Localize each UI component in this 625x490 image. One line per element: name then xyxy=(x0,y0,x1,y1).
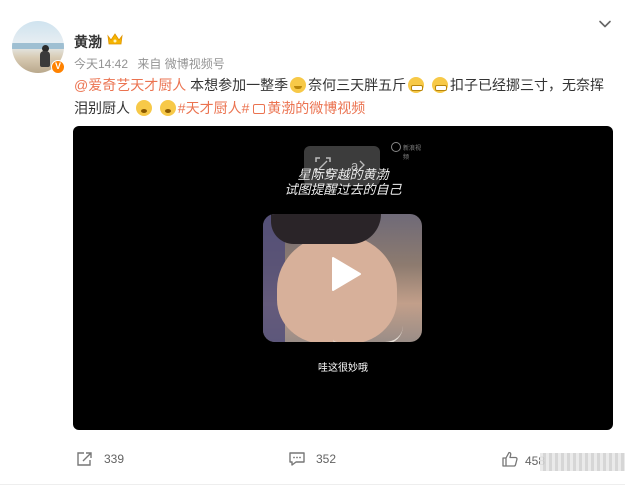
comment-icon xyxy=(289,452,305,466)
comment-count: 352 xyxy=(316,452,337,466)
video-link-label: 黄渤的微博视频 xyxy=(267,100,366,116)
post-meta: 今天14:42 来自 微博视频号 xyxy=(74,55,225,72)
post-text: @爱奇艺天才厨人 本想参加一整季 奈何三天胖五斤 扣子已经挪三寸，无奈挥泪别厨人 … xyxy=(74,74,614,120)
subtitle-line-1: 星际穿越的黄渤 xyxy=(297,168,389,183)
sad-emoji-icon xyxy=(135,100,152,116)
play-icon[interactable] xyxy=(329,256,363,292)
repost-count: 339 xyxy=(104,452,125,466)
video-player[interactable]: 新浪视频 a 星际穿越的黄渤 试图提醒过去的自己 哇这很妙哦 xyxy=(73,126,613,430)
post-text-part-2: 奈何三天胖五斤 xyxy=(308,77,407,93)
repost-icon xyxy=(77,452,92,466)
username[interactable]: 黄渤 xyxy=(74,32,102,52)
grimace-emoji-icon xyxy=(408,77,425,93)
grimace-emoji-icon xyxy=(432,77,448,93)
watermark-text: 新浪视频 xyxy=(403,146,422,161)
crown-icon[interactable] xyxy=(107,32,123,46)
post-time[interactable]: 今天14:42 xyxy=(74,57,128,71)
like-icon xyxy=(502,451,518,467)
watermark-logo-icon xyxy=(391,142,401,152)
video-link-icon xyxy=(253,104,266,114)
chevron-down-icon[interactable] xyxy=(598,17,612,31)
watermark: 新浪视频 xyxy=(391,142,425,161)
divider xyxy=(0,484,625,485)
action-bar: 339 352 458 xyxy=(0,448,625,472)
video-subtitle: 星际穿越的黄渤 试图提醒过去的自己 xyxy=(223,168,463,198)
subtitle-line-2: 试图提醒过去的自己 xyxy=(284,183,402,198)
grin-emoji-icon xyxy=(290,77,307,93)
verified-badge: V xyxy=(51,60,65,74)
pixelated-overlay xyxy=(540,453,625,471)
sad-emoji-icon xyxy=(159,100,176,116)
video-link[interactable]: 黄渤的微博视频 xyxy=(253,100,365,116)
post-source: 来自 微博视频号 xyxy=(137,57,225,71)
video-caption: 哇这很妙哦 xyxy=(318,363,368,374)
hashtag-link[interactable]: #天才厨人# xyxy=(178,100,250,116)
mention-link[interactable]: @爱奇艺天才厨人 xyxy=(74,77,186,93)
post-text-part-1: 本想参加一整季 xyxy=(186,77,289,93)
